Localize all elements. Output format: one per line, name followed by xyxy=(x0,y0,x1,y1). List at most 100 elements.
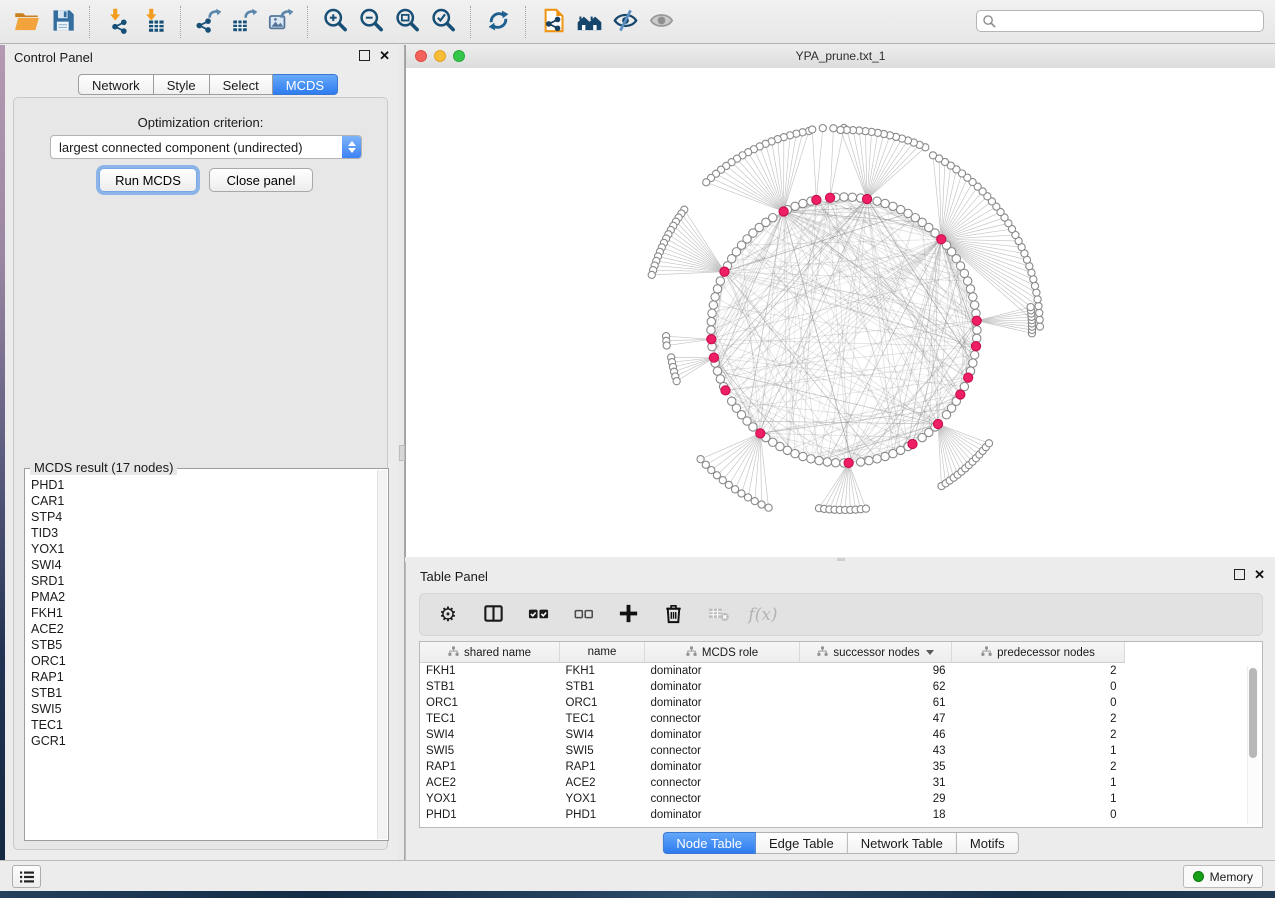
graph-hub-node[interactable] xyxy=(779,207,788,216)
graph-node[interactable] xyxy=(1036,316,1043,323)
graph-node[interactable] xyxy=(969,293,977,301)
graph-hub-node[interactable] xyxy=(862,194,871,203)
table-row[interactable]: SWI5SWI5connector431 xyxy=(420,743,1125,759)
graph-node[interactable] xyxy=(707,326,715,334)
mcds-result-item[interactable]: SWI5 xyxy=(31,701,377,717)
graph-node[interactable] xyxy=(973,326,981,334)
graph-hub-node[interactable] xyxy=(964,373,973,382)
graph-node[interactable] xyxy=(711,293,719,301)
column-header-MCDS-role[interactable]: MCDS role xyxy=(645,642,800,663)
zoom-in-button[interactable] xyxy=(317,4,353,40)
mcds-result-item[interactable]: SWI4 xyxy=(31,557,377,573)
graph-hub-node[interactable] xyxy=(825,193,834,202)
column-header-shared-name[interactable]: shared name xyxy=(420,642,560,663)
maximize-window-button[interactable] xyxy=(453,50,465,62)
graph-node[interactable] xyxy=(848,193,856,201)
tab-node-table[interactable]: Node Table xyxy=(662,832,756,854)
graph-node[interactable] xyxy=(862,505,869,512)
graph-node[interactable] xyxy=(663,342,670,349)
graph-hub-node[interactable] xyxy=(707,335,716,344)
graph-node[interactable] xyxy=(799,199,807,207)
table-row[interactable]: PHD1PHD1dominator180 xyxy=(420,807,1125,823)
mcds-result-item[interactable]: RAP1 xyxy=(31,669,377,685)
mcds-result-item[interactable]: ORC1 xyxy=(31,653,377,669)
graph-node[interactable] xyxy=(749,423,757,431)
toggle-panels-button[interactable] xyxy=(12,865,41,888)
graph-hub-node[interactable] xyxy=(971,342,980,351)
graph-node[interactable] xyxy=(970,301,978,309)
search-input[interactable] xyxy=(997,13,1263,29)
graph-node[interactable] xyxy=(791,449,799,457)
tab-mcds[interactable]: MCDS xyxy=(273,74,338,95)
tab-edge-table[interactable]: Edge Table xyxy=(756,832,848,854)
graph-node[interactable] xyxy=(831,459,839,467)
settings-button[interactable]: ⚙ xyxy=(436,603,460,627)
graph-hub-node[interactable] xyxy=(972,316,981,325)
graph-node[interactable] xyxy=(799,452,807,460)
close-panel-button[interactable]: Close panel xyxy=(209,168,313,192)
network-canvas[interactable] xyxy=(406,68,1275,557)
tab-network[interactable]: Network xyxy=(78,74,154,95)
search-box[interactable] xyxy=(976,10,1264,32)
graph-hub-node[interactable] xyxy=(937,235,946,244)
table-row[interactable]: RAP1RAP1dominator352 xyxy=(420,759,1125,775)
optimization-criterion-dropdown[interactable]: largest connected component (undirected) xyxy=(50,135,362,159)
mcds-result-item[interactable]: PHD1 xyxy=(31,477,377,493)
graph-node[interactable] xyxy=(1035,303,1042,310)
graph-node[interactable] xyxy=(969,359,977,367)
mcds-result-item[interactable]: STB1 xyxy=(31,685,377,701)
graph-node[interactable] xyxy=(716,277,724,285)
graph-node[interactable] xyxy=(765,504,772,511)
memory-button[interactable]: Memory xyxy=(1183,865,1263,888)
graph-node[interactable] xyxy=(725,481,732,488)
graph-hub-node[interactable] xyxy=(756,429,765,438)
zoom-fit-button[interactable] xyxy=(389,4,425,40)
mcds-list-scrollbar[interactable] xyxy=(377,470,387,839)
graph-node[interactable] xyxy=(840,193,848,201)
graph-node[interactable] xyxy=(837,126,844,133)
mcds-result-item[interactable]: GCR1 xyxy=(31,733,377,749)
graph-hub-node[interactable] xyxy=(933,419,942,428)
graph-node[interactable] xyxy=(713,367,721,375)
mcds-result-item[interactable]: PMA2 xyxy=(31,589,377,605)
graph-node[interactable] xyxy=(703,179,710,186)
graph-node[interactable] xyxy=(881,452,889,460)
graph-hub-node[interactable] xyxy=(709,353,718,362)
graph-hub-node[interactable] xyxy=(956,390,965,399)
select-all-button[interactable] xyxy=(526,603,550,627)
save-session-button[interactable] xyxy=(44,4,80,40)
graph-node[interactable] xyxy=(881,199,889,207)
column-header-successor-nodes[interactable]: successor nodes xyxy=(800,642,952,663)
split-view-button[interactable] xyxy=(481,603,505,627)
graph-node[interactable] xyxy=(966,285,974,293)
mcds-result-item[interactable]: SRD1 xyxy=(31,573,377,589)
graph-node[interactable] xyxy=(707,317,715,325)
show-graphics-details-button[interactable] xyxy=(643,4,679,40)
share-network-file-button[interactable] xyxy=(535,4,571,40)
tab-select[interactable]: Select xyxy=(210,74,273,95)
graph-node[interactable] xyxy=(807,455,815,463)
graph-node[interactable] xyxy=(1034,296,1041,303)
graph-node[interactable] xyxy=(1036,309,1043,316)
graph-hub-node[interactable] xyxy=(844,458,853,467)
graph-node[interactable] xyxy=(830,125,837,132)
graph-node[interactable] xyxy=(673,378,680,385)
table-row[interactable]: TEC1TEC1connector472 xyxy=(420,711,1125,727)
graph-node[interactable] xyxy=(873,197,881,205)
import-network-button[interactable] xyxy=(99,4,135,40)
birds-eye-view-button[interactable] xyxy=(571,4,607,40)
table-row[interactable]: ORC1ORC1dominator610 xyxy=(420,695,1125,711)
graph-hub-node[interactable] xyxy=(812,195,821,204)
graph-node[interactable] xyxy=(738,490,745,497)
graph-hub-node[interactable] xyxy=(721,386,730,395)
mcds-result-item[interactable]: ACE2 xyxy=(31,621,377,637)
graph-node[interactable] xyxy=(709,301,717,309)
close-window-button[interactable] xyxy=(415,50,427,62)
table-scrollbar[interactable] xyxy=(1247,666,1259,824)
graph-node[interactable] xyxy=(970,351,978,359)
graph-node[interactable] xyxy=(751,498,758,505)
float-table-panel-icon[interactable] xyxy=(1234,569,1245,580)
table-row[interactable]: STB1STB1dominator620 xyxy=(420,679,1125,695)
export-image-button[interactable] xyxy=(262,4,298,40)
delete-column-button[interactable] xyxy=(661,603,685,627)
